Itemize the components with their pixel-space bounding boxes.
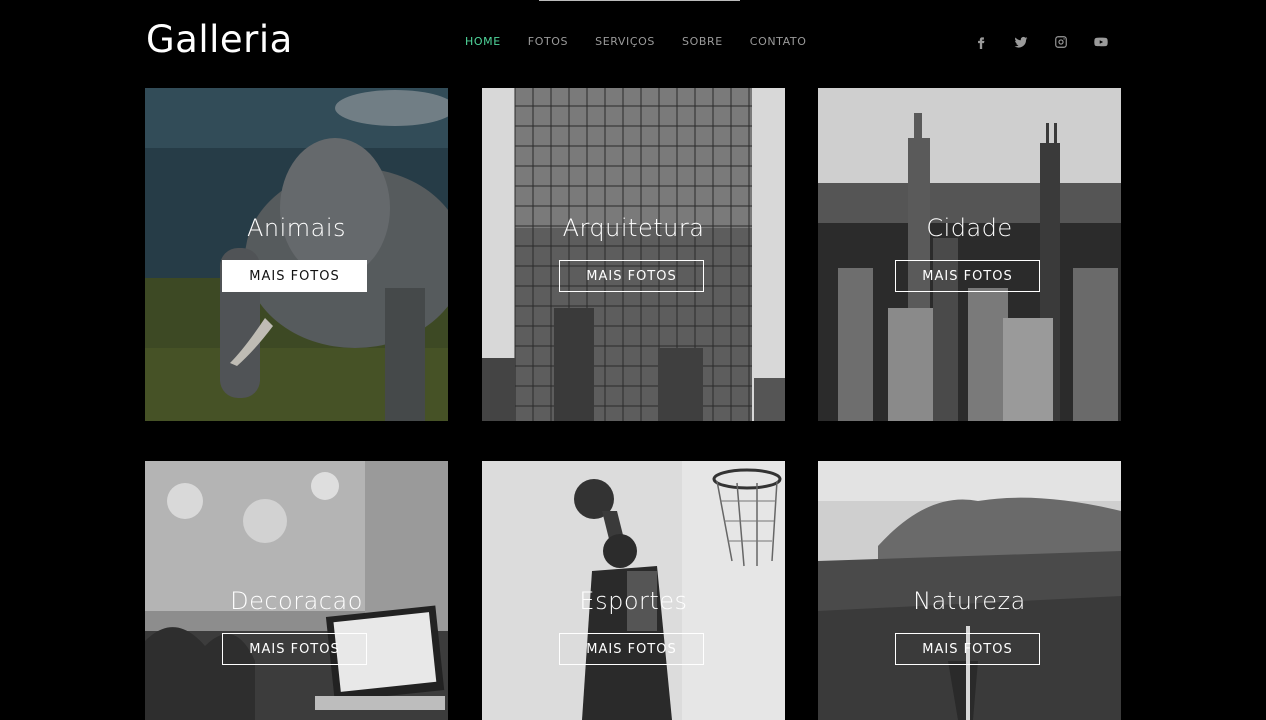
card-title: Esportes [579,587,688,615]
nav-home[interactable]: HOME [465,35,501,48]
gallery-card-animais[interactable]: Animais MAIS FOTOS [145,88,448,421]
card-title: Animais [246,214,347,242]
mais-fotos-button[interactable]: MAIS FOTOS [895,633,1040,665]
card-title: Natureza [913,587,1026,615]
mais-fotos-button[interactable]: MAIS FOTOS [895,260,1040,292]
nav-servicos[interactable]: SERVIÇOS [595,35,655,48]
youtube-icon[interactable] [1092,33,1110,51]
gallery-card-natureza[interactable]: Natureza MAIS FOTOS [818,461,1121,720]
card-title: Cidade [926,214,1013,242]
city-image [818,88,1121,421]
mais-fotos-button[interactable]: MAIS FOTOS [559,633,704,665]
gallery-card-decoracao[interactable]: Decoracao MAIS FOTOS [145,461,448,720]
social-links [972,33,1132,51]
elephant-image [145,88,448,421]
gallery-card-arquitetura[interactable]: Arquitetura MAIS FOTOS [482,88,785,421]
card-title: Arquitetura [562,214,705,242]
building-image [482,88,785,421]
nav-contato[interactable]: CONTATO [750,35,807,48]
instagram-icon[interactable] [1052,33,1070,51]
nav-fotos[interactable]: FOTOS [528,35,568,48]
nav-sobre[interactable]: SOBRE [682,35,723,48]
main-nav: HOME FOTOS SERVIÇOS SOBRE CONTATO [465,35,833,48]
twitter-icon[interactable] [1012,33,1030,51]
mais-fotos-button[interactable]: MAIS FOTOS [559,260,704,292]
top-scroll-indicator [539,0,740,1]
card-title: Decoracao [230,587,363,615]
gallery-card-cidade[interactable]: Cidade MAIS FOTOS [818,88,1121,421]
mais-fotos-button[interactable]: MAIS FOTOS [222,633,367,665]
gallery-card-esportes[interactable]: Esportes MAIS FOTOS [482,461,785,720]
facebook-icon[interactable] [972,33,990,51]
brand-logo[interactable]: Galleria [146,18,293,61]
mais-fotos-button[interactable]: MAIS FOTOS [222,260,367,292]
